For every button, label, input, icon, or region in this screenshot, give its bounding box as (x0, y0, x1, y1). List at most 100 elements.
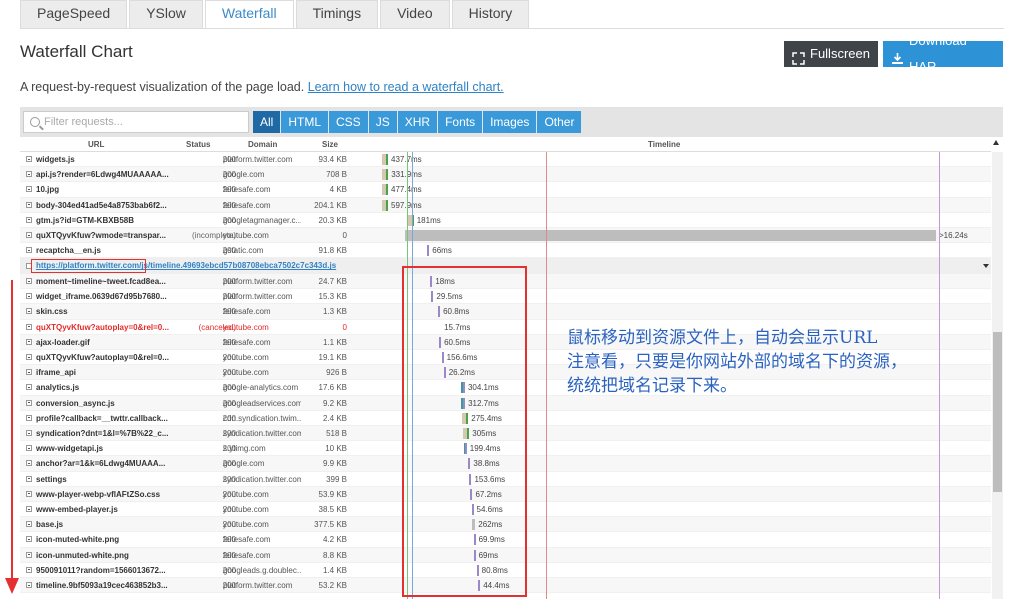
filter-tab-images[interactable]: Images (483, 111, 537, 133)
row-domain: platform.twitter.com (223, 277, 293, 286)
expand-row-icon[interactable] (26, 216, 32, 223)
row-size: 8.8 KB (322, 550, 347, 560)
scroll-up-icon[interactable] (993, 140, 999, 145)
row-url: gtm.js?id=GTM-KBXB58B (36, 215, 135, 225)
row-url: conversion_async.js (36, 398, 115, 408)
fullscreen-button[interactable]: Fullscreen (784, 41, 878, 67)
tab-pagespeed[interactable]: PageSpeed (20, 0, 128, 28)
expand-row-icon[interactable] (26, 536, 32, 543)
row-url: widget_iframe.0639d67d95b7680... (36, 292, 167, 302)
expand-row-icon[interactable] (26, 475, 32, 482)
expand-row-icon[interactable] (26, 293, 32, 300)
row-url: settings (36, 474, 67, 484)
download-icon (891, 48, 904, 64)
row-size: 93.4 KB (318, 155, 347, 164)
row-size: 38.5 KB (318, 505, 347, 514)
row-url: quXTQyvKfuw?autoplay=0&rel=0... (36, 353, 169, 362)
row-size: 9.9 KB (322, 459, 347, 469)
expand-row-icon[interactable] (26, 247, 32, 254)
row-url: syndication?dnt=1&l=%7B%22_c... (36, 429, 169, 438)
row-domain: youtube.com (223, 322, 269, 332)
filter-requests-input[interactable] (44, 114, 244, 130)
row-url: quXTQyvKfuw?autoplay=0&rel=0... (36, 322, 169, 332)
row-domain: youtube.com (223, 353, 269, 362)
filter-tab-js[interactable]: JS (368, 111, 397, 133)
row-size: 377.5 KB (314, 520, 347, 530)
expand-row-icon[interactable] (26, 186, 32, 193)
row-size: 708 B (326, 170, 347, 180)
download-har-label: Download HAR (909, 33, 967, 74)
learn-waterfall-link[interactable]: Learn how to read a waterfall chart. (308, 80, 504, 94)
table-row[interactable]: gtm.js?id=GTM-KBXB58B 200 googletagmanager… (20, 213, 991, 228)
expand-row-icon[interactable] (26, 430, 32, 436)
column-url[interactable]: URL (88, 140, 104, 149)
filter-tab-all[interactable]: All (253, 111, 281, 133)
expand-row-icon[interactable] (26, 490, 32, 497)
table-row[interactable]: 10.jpg200feitesafe.com4 KB477.4ms (20, 182, 991, 198)
expand-row-icon[interactable] (26, 566, 32, 573)
tab-history[interactable]: History (451, 0, 530, 28)
expand-row-icon[interactable] (26, 369, 32, 376)
filter-tab-fonts[interactable]: Fonts (438, 111, 483, 133)
expand-row-icon[interactable] (26, 354, 32, 360)
expand-row-icon[interactable] (26, 156, 32, 162)
download-har-button[interactable]: Download HAR (883, 33, 1003, 74)
row-url: ajax-loader.gif (36, 337, 90, 347)
expand-row-icon[interactable] (26, 384, 32, 391)
filter-tab-other[interactable]: Other (537, 111, 582, 133)
filter-bar: AllHTMLCSSJSXHRFontsImagesOther (20, 107, 1003, 137)
expand-row-icon[interactable] (26, 308, 32, 315)
row-domain: youtube.com (223, 368, 269, 378)
expand-row-icon[interactable] (26, 338, 32, 345)
row-url: iframe_api (36, 368, 77, 378)
expand-row-icon[interactable] (26, 445, 32, 452)
expand-row-icon[interactable] (26, 171, 32, 178)
tab-yslow[interactable]: YSlow (129, 0, 203, 28)
timeline-bar-segment (386, 169, 389, 181)
row-size: 1.4 KB (322, 565, 347, 575)
timeline-bar-segment (386, 154, 388, 165)
expand-row-icon[interactable] (26, 399, 32, 406)
column-status[interactable]: Status (186, 140, 210, 149)
table-row[interactable]: quXTQyvKfuw?wmode=transpar... (incomplete… (20, 228, 991, 244)
row-url: api.js?render=6Ldwg4MUAAAAA... (36, 170, 169, 180)
row-size: 4 KB (329, 185, 347, 195)
filter-tab-html[interactable]: HTML (281, 111, 329, 133)
row-size: 2.4 KB (322, 413, 347, 423)
column-timeline: Timeline (648, 140, 681, 149)
column-size[interactable]: Size (322, 140, 338, 149)
table-row[interactable]: body-304ed41ad5e4a8753bab6f2... 200 feites… (20, 197, 991, 213)
row-domain: platform.twitter.com (223, 155, 293, 164)
row-domain: googletagmanager.c... (223, 215, 301, 225)
row-domain: feitesafe.com (223, 535, 271, 545)
table-row[interactable]: recaptcha__en.js 200 gstatic.com 91.8 KB 66m… (20, 243, 991, 259)
timeline-bar[interactable] (404, 230, 936, 241)
expand-row-icon[interactable] (26, 232, 32, 238)
expand-row-icon[interactable] (26, 551, 32, 558)
expand-row-icon[interactable] (26, 201, 32, 208)
column-domain[interactable]: Domain (248, 140, 277, 149)
expand-row-icon[interactable] (26, 323, 32, 330)
tab-waterfall[interactable]: Waterfall (204, 0, 294, 28)
filter-tab-css[interactable]: CSS (329, 111, 368, 133)
tab-video[interactable]: Video (380, 0, 450, 28)
table-row[interactable]: api.js?render=6Ldwg4MUAAAAA... 200 google.… (20, 167, 991, 183)
row-url: icon-unmuted-white.png (36, 550, 129, 560)
table-row[interactable]: widgets.js 200 platform.twitter.com 93.4 KB… (20, 152, 991, 168)
expand-row-icon[interactable] (26, 506, 32, 512)
row-size: 15.3 KB (318, 292, 347, 302)
fullscreen-label: Fullscreen (810, 46, 870, 61)
expand-row-icon[interactable] (26, 582, 32, 588)
row-domain: feitesafe.com (223, 185, 271, 195)
filter-tab-xhr[interactable]: XHR (397, 111, 438, 133)
row-domain: youtube.com (223, 520, 269, 530)
expand-row-icon[interactable] (26, 460, 32, 467)
row-url: base.js (36, 520, 64, 530)
expand-row-icon[interactable] (26, 414, 32, 421)
timeline-duration: 181ms (416, 215, 441, 225)
expand-row-icon[interactable] (26, 521, 32, 528)
tab-timings[interactable]: Timings (295, 0, 379, 28)
chevron-down-icon[interactable] (983, 264, 989, 269)
row-size: 53.2 KB (318, 581, 347, 590)
expand-row-icon[interactable] (26, 278, 32, 284)
